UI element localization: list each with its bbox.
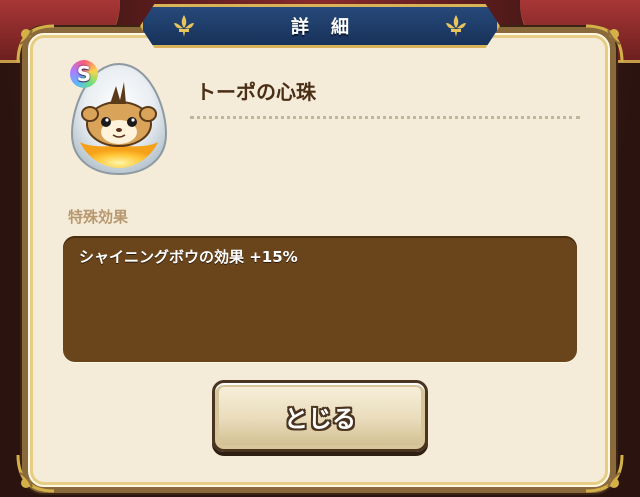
item-name: トーポの心珠 xyxy=(196,80,316,104)
special-effect-label: 特殊効果 xyxy=(68,208,129,226)
divider xyxy=(190,116,580,119)
special-effect-box: シャイニングボウの効果 +15% xyxy=(63,236,577,362)
corner-ornament-icon xyxy=(582,22,626,66)
fleur-de-lis-icon xyxy=(171,13,197,39)
rank-badge: S xyxy=(70,60,98,88)
dialog-title: 詳細 xyxy=(291,17,371,38)
corner-ornament-icon xyxy=(14,22,58,66)
close-button-label: とじる xyxy=(284,404,356,433)
title-banner: 詳細 xyxy=(140,4,500,48)
fleur-de-lis-icon xyxy=(443,13,469,39)
corner-ornament-icon xyxy=(582,451,626,495)
corner-ornament-icon xyxy=(14,451,58,495)
close-button[interactable]: とじる xyxy=(212,380,428,452)
special-effect-text: シャイニングボウの効果 +15% xyxy=(79,248,298,266)
